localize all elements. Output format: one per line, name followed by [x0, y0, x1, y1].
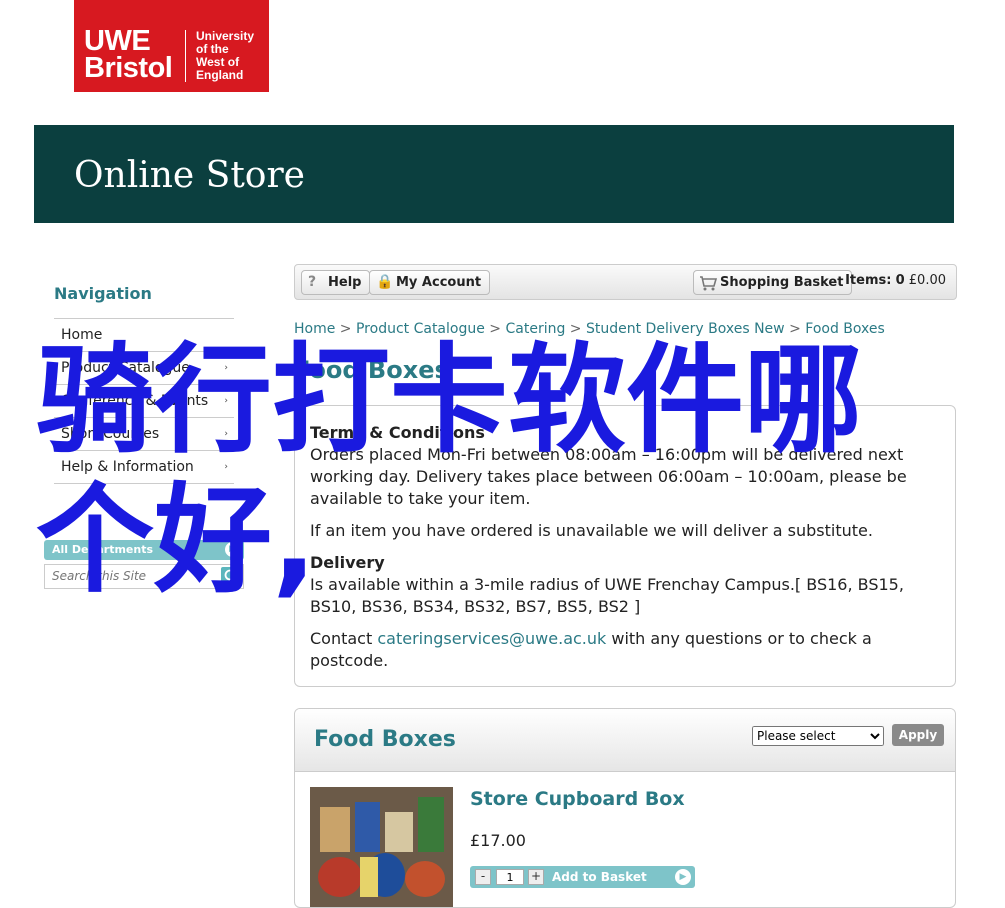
lock-icon: 🔒: [376, 274, 394, 290]
chevron-right-icon: ›: [224, 363, 228, 373]
apply-button[interactable]: Apply: [892, 724, 944, 746]
contact-email-link[interactable]: cateringservices@uwe.ac.uk: [377, 629, 606, 648]
contact-text: Contact cateringservices@uwe.ac.uk with …: [310, 629, 872, 670]
terms-text: Orders placed Mon-Fri between 08:00am – …: [310, 445, 907, 508]
store-banner: Online Store: [34, 125, 954, 223]
breadcrumb-food-boxes[interactable]: Food Boxes: [805, 321, 885, 337]
panel-title: Food Boxes: [314, 727, 456, 752]
groceries-image: [310, 787, 453, 907]
banner-title: Online Store: [74, 155, 305, 196]
arrow-right-icon: ▶: [675, 869, 691, 885]
nav-item-help-information[interactable]: Help & Information ›: [54, 450, 234, 484]
arrow-right-icon: ▶: [225, 542, 240, 557]
basket-icon: [698, 271, 718, 301]
chevron-right-icon: ›: [224, 396, 228, 406]
question-icon: ?: [308, 274, 317, 290]
logo-divider: [185, 30, 186, 82]
add-to-basket-bar: - + Add to Basket ▶: [470, 866, 695, 888]
site-search: [44, 564, 244, 589]
logo-tagline: University of the West of England: [196, 29, 255, 82]
uwe-bristol-logo[interactable]: UWE Bristol University of the West of En…: [74, 0, 269, 92]
breadcrumb-product-catalogue[interactable]: Product Catalogue: [356, 321, 485, 337]
breadcrumb: Home > Product Catalogue > Catering > St…: [294, 321, 885, 337]
basket-summary: Items: 0 £0.00: [845, 273, 946, 288]
top-toolbar: ? Help 🔒 My Account Shopping Basket Item…: [294, 264, 957, 300]
add-to-basket-button[interactable]: Add to Basket: [552, 870, 647, 884]
nav-item-short-courses[interactable]: Short Courses ›: [54, 417, 234, 450]
shopping-basket-button[interactable]: Shopping Basket: [693, 270, 853, 295]
nav-item-product-catalogue[interactable]: Product Catalogue ›: [54, 351, 234, 384]
search-icon: [224, 569, 238, 583]
search-button[interactable]: [221, 567, 241, 586]
breadcrumb-student-delivery-boxes[interactable]: Student Delivery Boxes New: [586, 321, 785, 337]
nav-item-home[interactable]: Home: [54, 318, 234, 351]
navigation-heading: Navigation: [54, 284, 152, 303]
breadcrumb-home[interactable]: Home: [294, 321, 335, 337]
navigation-list: Home Product Catalogue › Conference & Eve…: [54, 318, 234, 484]
terms-box: Terms & Conditions Orders placed Mon-Fri…: [294, 405, 956, 687]
chevron-right-icon: ›: [224, 429, 228, 439]
chevron-right-icon: ›: [224, 462, 228, 472]
increment-button[interactable]: +: [528, 869, 544, 885]
decrement-button[interactable]: -: [475, 869, 491, 885]
panel-header: Food Boxes Please select Apply: [295, 709, 955, 772]
help-button[interactable]: ? Help: [301, 270, 371, 295]
logo-wordmark: UWE Bristol: [84, 25, 173, 84]
terms-heading: Terms & Conditions: [310, 423, 485, 442]
my-account-button[interactable]: 🔒 My Account: [369, 270, 491, 295]
nav-item-conference-events[interactable]: Conference & Events ›: [54, 384, 234, 417]
delivery-heading: Delivery: [310, 553, 385, 572]
departments-label: All Departments: [52, 543, 154, 556]
substitute-text: If an item you have ordered is unavailab…: [310, 521, 873, 540]
page-title: Food Boxes: [294, 356, 449, 384]
delivery-text: Is available within a 3-mile radius of U…: [310, 575, 904, 616]
quantity-input[interactable]: [496, 869, 524, 885]
all-departments-dropdown[interactable]: All Departments ▶: [44, 540, 244, 560]
product-image[interactable]: [310, 787, 453, 907]
product-name-link[interactable]: Store Cupboard Box: [470, 788, 685, 810]
sort-select[interactable]: Please select: [752, 726, 884, 746]
food-boxes-panel: Food Boxes Please select Apply Store Cup…: [294, 708, 956, 908]
search-input[interactable]: [50, 568, 214, 584]
product-price: £17.00: [470, 831, 526, 850]
breadcrumb-catering[interactable]: Catering: [505, 321, 565, 337]
